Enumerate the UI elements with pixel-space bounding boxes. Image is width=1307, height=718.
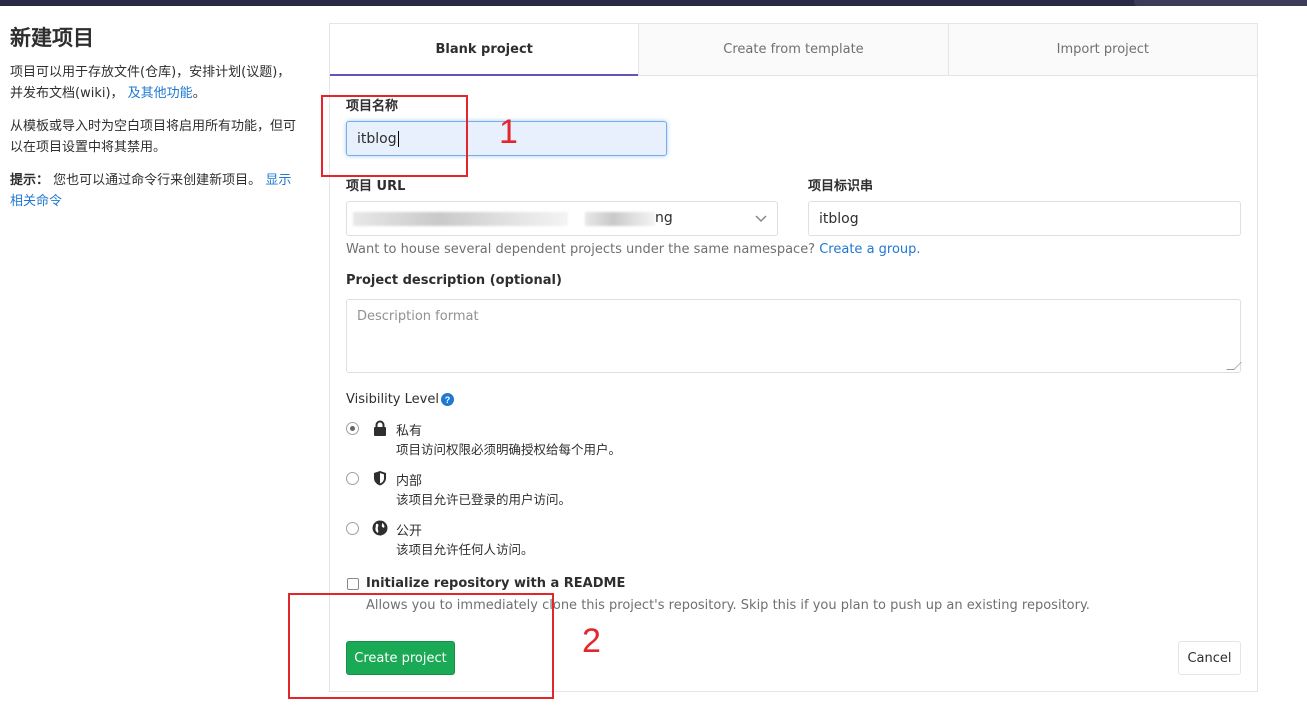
visibility-internal-title: 内部 [396,474,423,489]
top-navbar [0,0,1307,6]
intro-text: 项目可以用于存放文件(仓库)，安排计划(议题)，并发布文档(wiki)， 及其他… [10,62,300,104]
tip-body: 您也可以通过命令行来创建新项目。 [53,173,262,188]
annotation-number-2: 2 [582,622,601,660]
project-url-label: 项目 URL [346,179,406,194]
template-note: 从模板或导入时为空白项目将启用所有功能，但可以在项目设置中将其禁用。 [10,119,297,155]
description-placeholder: Description format [357,309,479,324]
annotation-box-1 [321,95,468,177]
readme-checkbox[interactable] [347,578,359,590]
cancel-button[interactable]: Cancel [1178,641,1241,675]
namespace-partial: ng [655,210,673,226]
top-navbar-search[interactable] [1134,0,1307,6]
tab-import-project[interactable]: Import project [947,24,1257,75]
visibility-internal-radio[interactable] [346,472,359,485]
annotation-number-1: 1 [499,113,518,151]
globe-icon [372,520,388,536]
annotation-box-2 [288,593,554,699]
shield-icon [374,471,386,486]
chevron-down-icon [755,215,767,223]
new-project-panel: Blank project Create from template Impor… [329,23,1258,692]
resize-handle[interactable] [1226,362,1242,370]
svg-text:?: ? [445,395,451,405]
tip-label: 提示： [10,173,50,188]
create-group-link[interactable]: Create a group. [819,242,920,257]
visibility-public-radio[interactable] [346,522,359,535]
visibility-label: Visibility Level [346,392,439,407]
intro-end: 。 [192,86,206,101]
redacted-namespace [585,212,655,226]
visibility-private-radio[interactable] [346,422,359,435]
tab-blank-project[interactable]: Blank project [330,24,639,76]
page-title: 新建项目 [10,26,94,50]
redacted-url [353,212,568,226]
project-slug-value: itblog [819,210,859,227]
description-textarea[interactable]: Description format [346,299,1242,373]
other-features-link[interactable]: 及其他功能 [128,86,193,101]
visibility-private-title: 私有 [396,424,423,439]
group-help-text: Want to house several dependent projects… [346,242,816,257]
project-slug-label: 项目标识串 [808,179,874,194]
visibility-public-title: 公开 [396,524,423,539]
tip-text: 提示： 您也可以通过命令行来创建新项目。 显示相关命令 [10,170,300,212]
readme-label: Initialize repository with a README [366,576,626,591]
help-icon[interactable]: ? [441,393,454,406]
visibility-label-text: Visibility Level [346,392,439,407]
visibility-private-desc: 项目访问权限必须明确授权给每个用户。 [396,442,622,457]
project-intro: 新建项目 项目可以用于存放文件(仓库)，安排计划(议题)，并发布文档(wiki)… [10,22,300,224]
lock-icon [374,420,386,436]
tab-create-from-template[interactable]: Create from template [638,24,948,75]
visibility-public-desc: 该项目允许任何人访问。 [396,542,534,557]
project-tabs: Blank project Create from template Impor… [330,24,1257,76]
group-help: Want to house several dependent projects… [346,242,921,257]
visibility-internal-desc: 该项目允许已登录的用户访问。 [396,492,572,507]
description-label: Project description (optional) [346,273,562,288]
project-slug-input[interactable]: itblog [808,201,1241,236]
project-url-namespace-select[interactable]: ng [346,201,778,236]
